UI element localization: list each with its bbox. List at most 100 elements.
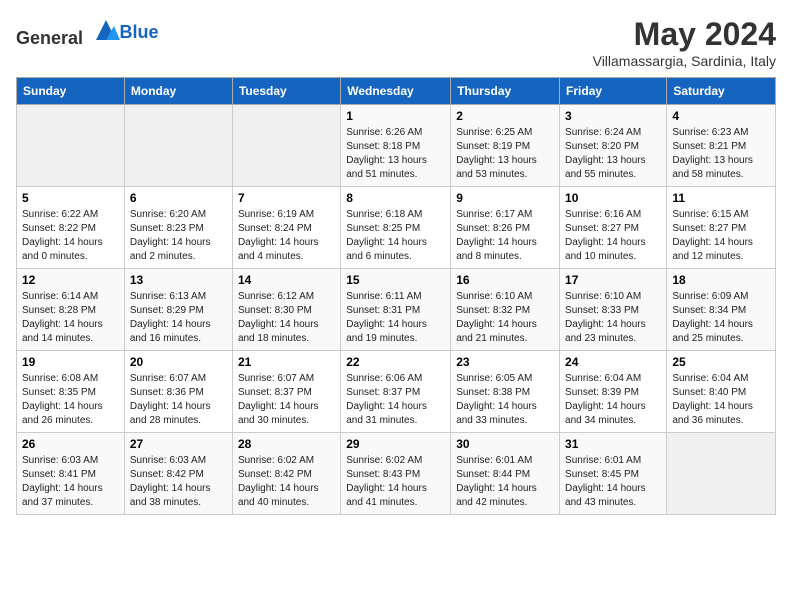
day-number: 4 [672, 109, 770, 123]
day-number: 7 [238, 191, 335, 205]
day-number: 1 [346, 109, 445, 123]
day-info: Sunrise: 6:25 AM Sunset: 8:19 PM Dayligh… [456, 126, 554, 182]
day-info: Sunrise: 6:10 AM Sunset: 8:33 PM Dayligh… [565, 290, 661, 346]
day-number: 29 [346, 437, 445, 451]
day-number: 24 [565, 355, 661, 369]
location-subtitle: Villamassargia, Sardinia, Italy [593, 53, 776, 69]
day-number: 13 [130, 273, 227, 287]
day-info: Sunrise: 6:04 AM Sunset: 8:39 PM Dayligh… [565, 372, 661, 428]
table-row: 19Sunrise: 6:08 AM Sunset: 8:35 PM Dayli… [17, 351, 125, 433]
day-info: Sunrise: 6:18 AM Sunset: 8:25 PM Dayligh… [346, 208, 445, 264]
day-info: Sunrise: 6:12 AM Sunset: 8:30 PM Dayligh… [238, 290, 335, 346]
day-info: Sunrise: 6:13 AM Sunset: 8:29 PM Dayligh… [130, 290, 227, 346]
day-number: 12 [22, 273, 119, 287]
day-number: 18 [672, 273, 770, 287]
day-number: 20 [130, 355, 227, 369]
table-row [232, 105, 340, 187]
day-info: Sunrise: 6:03 AM Sunset: 8:42 PM Dayligh… [130, 454, 227, 510]
logo-icon [92, 16, 120, 44]
day-number: 30 [456, 437, 554, 451]
table-row: 9 Sunrise: 6:17 AM Sunset: 8:26 PM Daylig… [451, 187, 560, 269]
day-info: Sunrise: 6:10 AM Sunset: 8:32 PM Dayligh… [456, 290, 554, 346]
day-info: Sunrise: 6:01 AM Sunset: 8:44 PM Dayligh… [456, 454, 554, 510]
weekday-header-row: SundayMondayTuesdayWednesdayThursdayFrid… [17, 78, 776, 105]
table-row: 14Sunrise: 6:12 AM Sunset: 8:30 PM Dayli… [232, 269, 340, 351]
day-info: Sunrise: 6:05 AM Sunset: 8:38 PM Dayligh… [456, 372, 554, 428]
table-row: 12Sunrise: 6:14 AM Sunset: 8:28 PM Dayli… [17, 269, 125, 351]
table-row: 1 Sunrise: 6:26 AM Sunset: 8:18 PM Daylig… [341, 105, 451, 187]
table-row: 4 Sunrise: 6:23 AM Sunset: 8:21 PM Daylig… [667, 105, 776, 187]
day-info: Sunrise: 6:06 AM Sunset: 8:37 PM Dayligh… [346, 372, 445, 428]
day-info: Sunrise: 6:08 AM Sunset: 8:35 PM Dayligh… [22, 372, 119, 428]
day-number: 3 [565, 109, 661, 123]
weekday-header-monday: Monday [124, 78, 232, 105]
day-number: 17 [565, 273, 661, 287]
day-number: 9 [456, 191, 554, 205]
day-info: Sunrise: 6:17 AM Sunset: 8:26 PM Dayligh… [456, 208, 554, 264]
table-row: 2 Sunrise: 6:25 AM Sunset: 8:19 PM Daylig… [451, 105, 560, 187]
month-year-title: May 2024 [593, 16, 776, 53]
table-row [667, 433, 776, 515]
day-info: Sunrise: 6:19 AM Sunset: 8:24 PM Dayligh… [238, 208, 335, 264]
table-row: 31Sunrise: 6:01 AM Sunset: 8:45 PM Dayli… [560, 433, 667, 515]
calendar-week-row: 1 Sunrise: 6:26 AM Sunset: 8:18 PM Daylig… [17, 105, 776, 187]
table-row: 5 Sunrise: 6:22 AM Sunset: 8:22 PM Daylig… [17, 187, 125, 269]
logo: General Blue [16, 16, 159, 49]
title-section: May 2024 Villamassargia, Sardinia, Italy [593, 16, 776, 69]
weekday-header-tuesday: Tuesday [232, 78, 340, 105]
weekday-header-thursday: Thursday [451, 78, 560, 105]
calendar-week-row: 26 Sunrise: 6:03 AM Sunset: 8:41 PM Dayli… [17, 433, 776, 515]
table-row: 18 Sunrise: 6:09 AM Sunset: 8:34 PM Dayli… [667, 269, 776, 351]
table-row: 15 Sunrise: 6:11 AM Sunset: 8:31 PM Dayli… [341, 269, 451, 351]
day-number: 16 [456, 273, 554, 287]
day-info: Sunrise: 6:07 AM Sunset: 8:37 PM Dayligh… [238, 372, 335, 428]
day-info: Sunrise: 6:02 AM Sunset: 8:43 PM Dayligh… [346, 454, 445, 510]
day-number: 10 [565, 191, 661, 205]
day-info: Sunrise: 6:11 AM Sunset: 8:31 PM Dayligh… [346, 290, 445, 346]
table-row: 21 Sunrise: 6:07 AM Sunset: 8:37 PM Dayli… [232, 351, 340, 433]
table-row: 20Sunrise: 6:07 AM Sunset: 8:36 PM Dayli… [124, 351, 232, 433]
day-number: 27 [130, 437, 227, 451]
day-info: Sunrise: 6:26 AM Sunset: 8:18 PM Dayligh… [346, 126, 445, 182]
day-number: 15 [346, 273, 445, 287]
day-number: 28 [238, 437, 335, 451]
day-info: Sunrise: 6:03 AM Sunset: 8:41 PM Dayligh… [22, 454, 119, 510]
table-row: 23 Sunrise: 6:05 AM Sunset: 8:38 PM Dayli… [451, 351, 560, 433]
table-row: 29 Sunrise: 6:02 AM Sunset: 8:43 PM Dayli… [341, 433, 451, 515]
weekday-header-wednesday: Wednesday [341, 78, 451, 105]
table-row: 11Sunrise: 6:15 AM Sunset: 8:27 PM Dayli… [667, 187, 776, 269]
calendar-week-row: 5 Sunrise: 6:22 AM Sunset: 8:22 PM Daylig… [17, 187, 776, 269]
calendar-week-row: 19Sunrise: 6:08 AM Sunset: 8:35 PM Dayli… [17, 351, 776, 433]
table-row: 24 Sunrise: 6:04 AM Sunset: 8:39 PM Dayli… [560, 351, 667, 433]
day-info: Sunrise: 6:20 AM Sunset: 8:23 PM Dayligh… [130, 208, 227, 264]
day-info: Sunrise: 6:16 AM Sunset: 8:27 PM Dayligh… [565, 208, 661, 264]
day-info: Sunrise: 6:04 AM Sunset: 8:40 PM Dayligh… [672, 372, 770, 428]
day-number: 26 [22, 437, 119, 451]
table-row: 13 Sunrise: 6:13 AM Sunset: 8:29 PM Dayli… [124, 269, 232, 351]
calendar-table: SundayMondayTuesdayWednesdayThursdayFrid… [16, 77, 776, 515]
day-info: Sunrise: 6:15 AM Sunset: 8:27 PM Dayligh… [672, 208, 770, 264]
table-row: 26 Sunrise: 6:03 AM Sunset: 8:41 PM Dayli… [17, 433, 125, 515]
table-row: 27 Sunrise: 6:03 AM Sunset: 8:42 PM Dayli… [124, 433, 232, 515]
calendar-week-row: 12Sunrise: 6:14 AM Sunset: 8:28 PM Dayli… [17, 269, 776, 351]
weekday-header-sunday: Sunday [17, 78, 125, 105]
day-number: 2 [456, 109, 554, 123]
day-info: Sunrise: 6:09 AM Sunset: 8:34 PM Dayligh… [672, 290, 770, 346]
day-number: 6 [130, 191, 227, 205]
table-row: 30 Sunrise: 6:01 AM Sunset: 8:44 PM Dayli… [451, 433, 560, 515]
day-number: 5 [22, 191, 119, 205]
table-row: 25 Sunrise: 6:04 AM Sunset: 8:40 PM Dayli… [667, 351, 776, 433]
day-info: Sunrise: 6:23 AM Sunset: 8:21 PM Dayligh… [672, 126, 770, 182]
day-number: 21 [238, 355, 335, 369]
table-row: 22 Sunrise: 6:06 AM Sunset: 8:37 PM Dayli… [341, 351, 451, 433]
weekday-header-saturday: Saturday [667, 78, 776, 105]
day-info: Sunrise: 6:22 AM Sunset: 8:22 PM Dayligh… [22, 208, 119, 264]
day-number: 25 [672, 355, 770, 369]
day-number: 23 [456, 355, 554, 369]
day-number: 22 [346, 355, 445, 369]
weekday-header-friday: Friday [560, 78, 667, 105]
table-row: 3 Sunrise: 6:24 AM Sunset: 8:20 PM Daylig… [560, 105, 667, 187]
day-info: Sunrise: 6:24 AM Sunset: 8:20 PM Dayligh… [565, 126, 661, 182]
page-header: General Blue May 2024 Villamassargia, Sa… [16, 16, 776, 69]
table-row: 28Sunrise: 6:02 AM Sunset: 8:42 PM Dayli… [232, 433, 340, 515]
